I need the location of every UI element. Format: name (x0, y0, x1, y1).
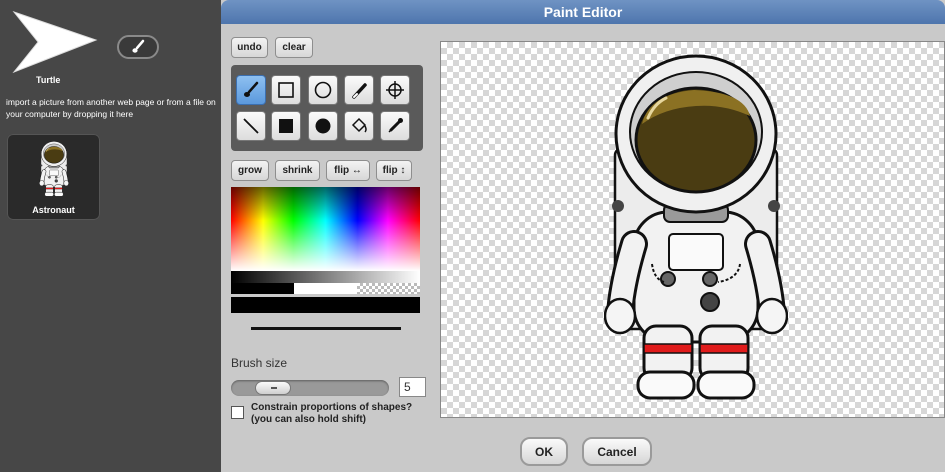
shrink-button[interactable]: shrink (275, 160, 320, 181)
constrain-proportions-checkbox[interactable] (231, 406, 244, 419)
constrain-proportions-label: Constrain proportions of shapes? (you ca… (251, 402, 412, 426)
clear-button[interactable]: clear (275, 37, 313, 58)
line-icon (243, 118, 259, 134)
tool-eraser[interactable] (344, 75, 374, 105)
constrain-label-line2: (you can also hold shift) (251, 414, 367, 425)
sprite-name: Turtle (36, 75, 61, 85)
eraser-icon (352, 83, 367, 99)
selected-color (231, 297, 420, 313)
brush-preview (251, 327, 401, 330)
paint-new-costume-button[interactable] (117, 35, 159, 59)
paintbrush-icon (244, 81, 259, 97)
ok-button[interactable]: OK (520, 437, 568, 466)
cancel-button[interactable]: Cancel (582, 437, 652, 466)
paintbrush-icon (132, 39, 145, 53)
astronaut-drawing (604, 54, 788, 402)
dialog-title[interactable]: Paint Editor (221, 0, 945, 24)
tool-filled-rectangle[interactable] (271, 111, 301, 141)
undo-button[interactable]: undo (231, 37, 268, 58)
swatch-transparent[interactable] (357, 283, 420, 294)
tool-line[interactable] (236, 111, 266, 141)
paint-bucket-icon (351, 117, 367, 133)
flip-vertical-button[interactable]: flip ↕ (376, 160, 412, 181)
grow-button[interactable]: grow (231, 160, 269, 181)
slider-grip-icon (271, 387, 277, 389)
crosshair-icon (386, 81, 404, 99)
rectangle-outline-icon (278, 82, 294, 98)
brush-size-slider-handle[interactable] (255, 381, 291, 395)
costume-tile[interactable]: Astronaut (7, 134, 100, 220)
paint-editor-dialog: Paint Editor undo clear grow shrink flip… (221, 0, 945, 472)
tool-ellipse[interactable] (308, 75, 338, 105)
color-spectrum-shade (231, 187, 420, 271)
turtle-arrow-icon[interactable] (10, 10, 98, 74)
color-swatches (231, 283, 420, 294)
tool-filled-ellipse[interactable] (308, 111, 338, 141)
tool-pipette[interactable] (380, 111, 410, 141)
filled-circle-icon (315, 118, 331, 134)
tool-paint-bucket[interactable] (344, 111, 374, 141)
flip-horizontal-button[interactable]: flip ↔ (326, 160, 370, 181)
swatch-black[interactable] (231, 283, 294, 294)
tool-rectangle[interactable] (271, 75, 301, 105)
import-hint-text: import a picture from another web page o… (6, 97, 216, 119)
astronaut-thumbnail (37, 141, 71, 197)
tool-brush[interactable] (236, 75, 266, 105)
tool-rotation-center[interactable] (380, 75, 410, 105)
brush-size-label: Brush size (231, 356, 288, 370)
constrain-label-line1: Constrain proportions of shapes? (251, 402, 413, 413)
filled-rectangle-icon (279, 119, 293, 133)
circle-outline-icon (314, 81, 332, 99)
costume-name: Astronaut (32, 205, 75, 215)
tool-palette (231, 65, 423, 151)
brush-size-input[interactable]: 5 (399, 377, 426, 397)
swatch-white[interactable] (294, 283, 357, 294)
sprite-panel: Turtle import a picture from another web… (0, 0, 221, 472)
pipette-icon (388, 118, 403, 133)
paint-canvas[interactable] (440, 41, 945, 418)
brush-size-slider[interactable] (231, 380, 389, 396)
